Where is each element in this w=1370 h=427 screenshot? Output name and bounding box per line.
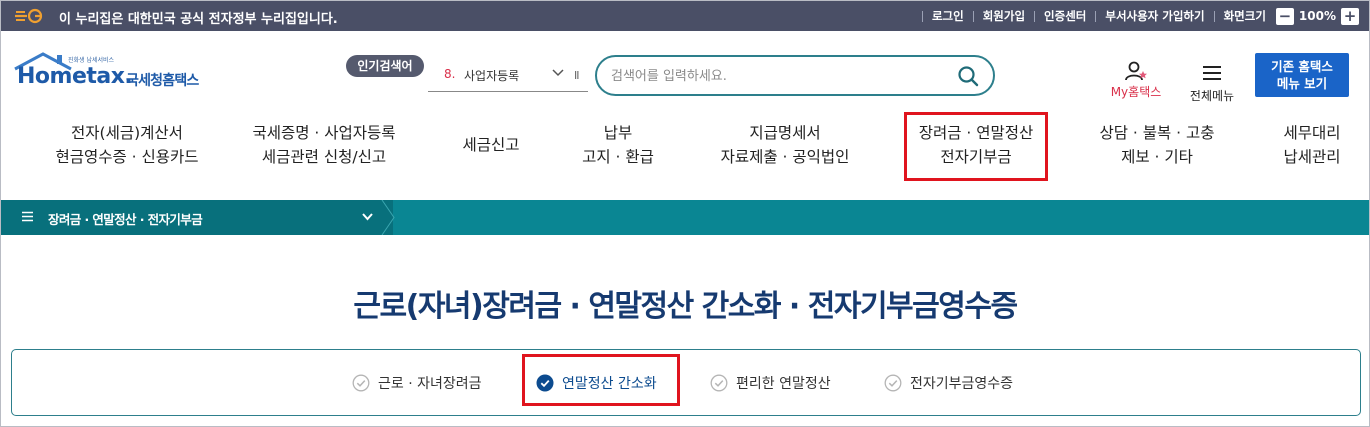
screen-size-label: 화면크기 xyxy=(1223,9,1266,23)
gnb-item-certificate-registration[interactable]: 국세증명 · 사업자등록 세금관련 신청/신고 xyxy=(233,121,415,169)
user-icon xyxy=(1125,61,1147,81)
egov-logo-icon xyxy=(15,8,43,24)
list-menu-icon xyxy=(22,211,33,222)
zoom-out-button[interactable]: − xyxy=(1275,7,1294,25)
gov-notice-bar: 이 누리집은 대한민국 공식 전자정부 누리집입니다. 로그인 회원가입 인증센… xyxy=(1,1,1369,31)
zoom-in-button[interactable]: + xyxy=(1341,7,1359,25)
tab-electronic-donation-receipt[interactable]: 전자기부금영수증 xyxy=(884,372,1013,394)
all-menu-button[interactable]: 전체메뉴 xyxy=(1183,65,1241,105)
my-hometax-label: My홈택스 xyxy=(1110,85,1162,99)
breadcrumb-label: 장려금 · 연말정산 · 전자기부금 xyxy=(48,212,203,227)
breadcrumb-bar: 장려금 · 연말정산 · 전자기부금 xyxy=(1,200,1369,235)
check-circle-icon xyxy=(352,374,370,392)
sub-tab-bar: 근로 · 자녀장려금 연말정산 간소화 편리한 연말정산 전자기부금영수증 xyxy=(11,349,1361,416)
check-circle-icon xyxy=(710,374,728,392)
hamburger-menu-icon xyxy=(1203,66,1221,80)
gnb-item-e-invoice[interactable]: 전자(세금)계산서 현금영수증 · 신용카드 xyxy=(34,121,220,169)
gnb-item-tax-filing[interactable]: 세금신고 xyxy=(441,133,541,157)
zoom-level: 100% xyxy=(1298,9,1336,23)
highlight-box-tab xyxy=(522,354,680,406)
chevron-down-icon[interactable] xyxy=(361,212,374,222)
popular-rank: 8. xyxy=(444,67,456,81)
legacy-menu-button[interactable]: 기존 홈택스 메뉴 보기 xyxy=(1255,53,1349,97)
gnb-item-payment[interactable]: 납부 고지 · 환급 xyxy=(566,121,670,169)
search-input[interactable] xyxy=(611,65,941,87)
gnb-item-tax-agent[interactable]: 세무대리 납세관리 xyxy=(1267,121,1357,169)
chevron-down-icon[interactable] xyxy=(551,68,565,78)
popular-keyword[interactable]: 사업자등록 xyxy=(464,67,519,84)
signup-link[interactable]: 회원가입 xyxy=(983,8,1025,24)
gov-notice-text: 이 누리집은 대한민국 공식 전자정부 누리집입니다. xyxy=(59,12,338,27)
all-menu-label: 전체메뉴 xyxy=(1189,89,1235,103)
check-circle-icon xyxy=(884,374,902,392)
page-title: 근로(자녀)장려금 · 연말정산 간소화 · 전자기부금영수증 xyxy=(353,289,1018,324)
tab-convenient-year-end[interactable]: 편리한 연말정산 xyxy=(710,372,831,394)
legacy-menu-line1: 기존 홈택스 xyxy=(1271,59,1333,74)
gnb-item-payment-statement[interactable]: 지급명세서 자료제출 · 공익법인 xyxy=(701,121,869,169)
logo-tagline: 진화생 납세서비스 xyxy=(68,57,115,64)
tab-earned-child-incentive[interactable]: 근로 · 자녀장려금 xyxy=(352,372,482,394)
login-link[interactable]: 로그인 xyxy=(932,8,964,24)
department-user-signup-link[interactable]: 부서사용자 가입하기 xyxy=(1105,8,1204,24)
search-box xyxy=(595,55,995,96)
breadcrumb[interactable]: 장려금 · 연말정산 · 전자기부금 xyxy=(1,200,393,235)
hometax-logo[interactable]: 진화생 납세서비스 Hometax. 국세청홈택스 xyxy=(13,51,223,99)
certificate-center-link[interactable]: 인증센터 xyxy=(1044,8,1086,24)
gnb-item-consultation[interactable]: 상담 · 불복 · 고충 제보 · 기타 xyxy=(1086,121,1228,169)
popular-search-badge: 인기검색어 xyxy=(346,55,424,77)
logo-wordmark: Hometax. xyxy=(17,64,133,89)
highlight-box-gnb xyxy=(904,112,1048,181)
my-hometax-button[interactable]: My홈택스 xyxy=(1101,61,1171,105)
utility-links: 로그인 회원가입 인증센터 부서사용자 가입하기 화면크기 − 100% + xyxy=(913,1,1359,31)
legacy-menu-line2: 메뉴 보기 xyxy=(1276,76,1328,91)
search-icon[interactable] xyxy=(957,65,979,87)
logo-korean-name: 국세청홈택스 xyxy=(126,73,199,89)
pause-icon[interactable]: II xyxy=(574,69,579,82)
popular-search-ticker[interactable]: 8. 사업자등록 II xyxy=(428,59,588,92)
breadcrumb-separator-icon xyxy=(381,200,395,235)
